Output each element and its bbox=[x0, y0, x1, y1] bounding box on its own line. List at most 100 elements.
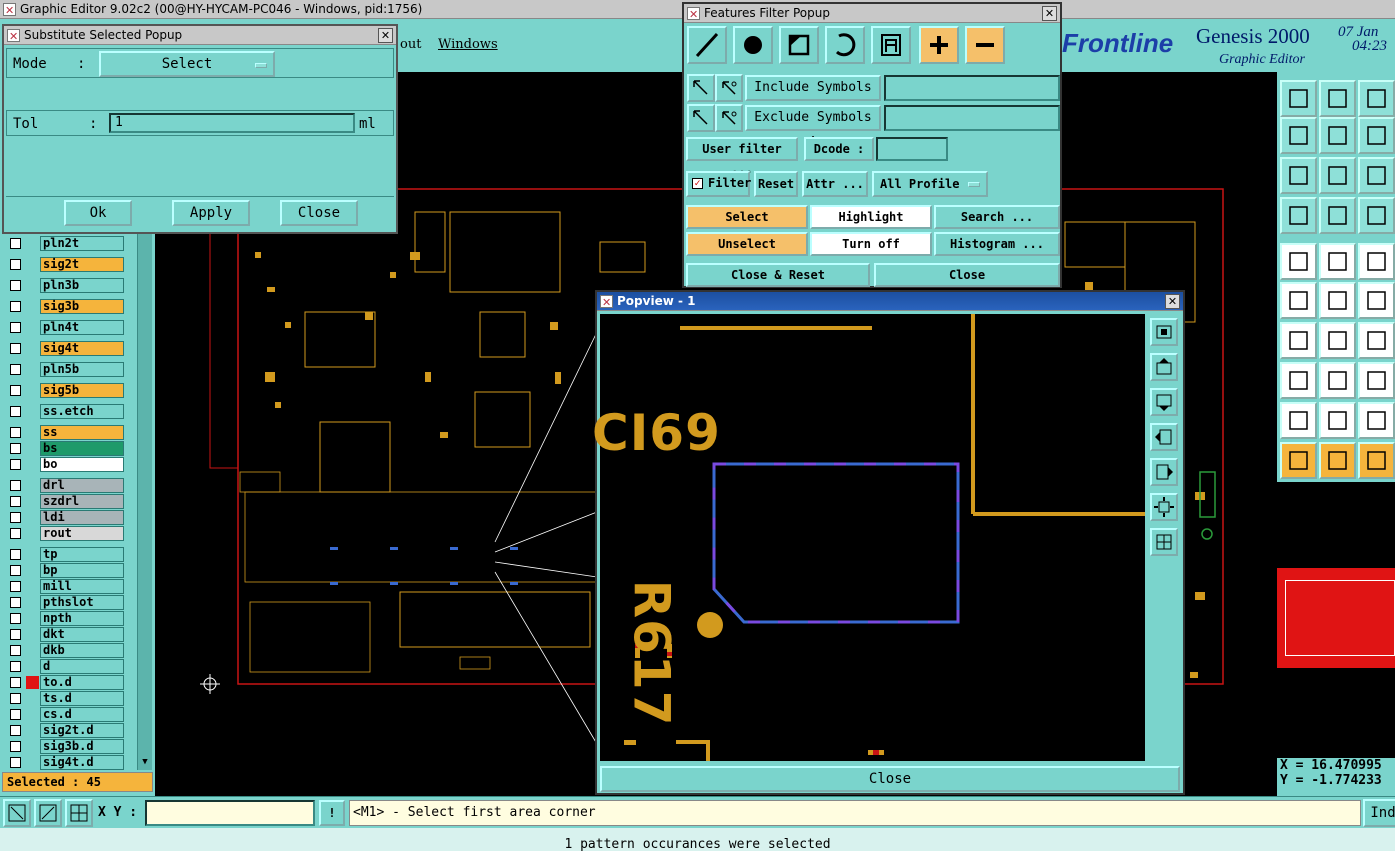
layer-name[interactable]: to.d bbox=[40, 675, 124, 690]
grid-toggle-icon[interactable] bbox=[1319, 197, 1356, 234]
menu-layout[interactable]: out bbox=[400, 37, 421, 52]
layer-row[interactable]: tp bbox=[8, 547, 124, 562]
layer-row[interactable]: pln3b bbox=[8, 278, 124, 293]
include-pick-icon[interactable] bbox=[687, 74, 715, 102]
layer-row[interactable]: sig3b bbox=[8, 299, 124, 314]
layer-checkbox[interactable] bbox=[10, 259, 21, 270]
layer-checkbox[interactable] bbox=[10, 301, 21, 312]
layer-checkbox[interactable] bbox=[10, 459, 21, 470]
layer-row[interactable]: pln5b bbox=[8, 362, 124, 377]
layer-name[interactable]: drl bbox=[40, 478, 124, 493]
apply-button[interactable]: Apply bbox=[172, 200, 250, 226]
layer-checkbox[interactable] bbox=[10, 565, 21, 576]
layer-name[interactable]: dkb bbox=[40, 643, 124, 658]
mode-select[interactable]: Select bbox=[99, 51, 275, 77]
layer-checkbox[interactable] bbox=[10, 549, 21, 560]
fit-profile-icon[interactable] bbox=[1319, 157, 1356, 194]
layer-name[interactable]: cs.d bbox=[40, 707, 124, 722]
popview-pan-right-icon[interactable] bbox=[1150, 458, 1178, 486]
layer-name[interactable]: sig4t bbox=[40, 341, 124, 356]
surface-feature-button[interactable] bbox=[779, 26, 819, 64]
connect-nodes-icon[interactable] bbox=[1280, 282, 1317, 319]
layer-checkbox[interactable] bbox=[10, 496, 21, 507]
include-symbols-button[interactable]: Include Symbols : bbox=[745, 75, 881, 117]
menu-windows[interactable]: Windows bbox=[438, 37, 498, 52]
user-filter-button[interactable]: User filter ... bbox=[686, 137, 798, 176]
layer-row[interactable]: ss.etch bbox=[8, 404, 124, 419]
unselect-button[interactable]: Unselect bbox=[686, 232, 808, 256]
popview-close-button[interactable]: Close bbox=[600, 766, 1180, 792]
exclude-symbols-input[interactable] bbox=[884, 105, 1060, 131]
layer-checkbox[interactable] bbox=[10, 343, 21, 354]
layer-checkbox[interactable] bbox=[10, 322, 21, 333]
layer-checkbox[interactable] bbox=[10, 709, 21, 720]
features-close-x[interactable]: ✕ bbox=[1042, 6, 1057, 21]
layer-name[interactable]: ldi bbox=[40, 510, 124, 525]
layer-checkbox[interactable] bbox=[10, 661, 21, 672]
scale-1-2-icon[interactable] bbox=[1358, 157, 1395, 194]
substitute-close-x[interactable]: ✕ bbox=[378, 28, 393, 43]
popview-pan-left-icon[interactable] bbox=[1150, 423, 1178, 451]
include-symbols-input[interactable] bbox=[884, 75, 1060, 101]
layer-row[interactable]: to.d bbox=[8, 675, 124, 690]
filter-toggle[interactable]: ✓ Filter bbox=[686, 171, 751, 197]
dcode-input[interactable] bbox=[876, 137, 948, 161]
overview-panel[interactable] bbox=[1277, 482, 1395, 758]
xy-input[interactable] bbox=[145, 800, 315, 826]
layer-name[interactable]: pln4t bbox=[40, 320, 124, 335]
layer-checkbox[interactable] bbox=[10, 528, 21, 539]
draw-line-icon[interactable] bbox=[1319, 243, 1356, 280]
profile-select[interactable]: All Profile bbox=[872, 171, 988, 197]
layer-row[interactable]: sig5b bbox=[8, 383, 124, 398]
popview-close-x[interactable]: ✕ bbox=[1165, 294, 1180, 309]
layer-checkbox[interactable] bbox=[10, 238, 21, 249]
layer-checkbox[interactable] bbox=[10, 406, 21, 417]
layer-row[interactable]: drl bbox=[8, 478, 124, 493]
popview-zoom-fit-icon[interactable] bbox=[1150, 318, 1178, 346]
layer-name[interactable]: dkt bbox=[40, 627, 124, 642]
layer-checkbox[interactable] bbox=[10, 629, 21, 640]
negative-polarity-button[interactable] bbox=[965, 26, 1005, 64]
attr-button[interactable]: Attr ... bbox=[802, 171, 868, 197]
layer-row[interactable]: sig4t bbox=[8, 341, 124, 356]
minus-line-icon[interactable] bbox=[1319, 362, 1356, 399]
close-button[interactable]: Close bbox=[280, 200, 358, 226]
layer-row[interactable]: dkb bbox=[8, 643, 124, 658]
pointer-icon[interactable] bbox=[1280, 442, 1317, 479]
layer-name[interactable]: pln5b bbox=[40, 362, 124, 377]
layer-name[interactable]: sig3b.d bbox=[40, 739, 124, 754]
layer-row[interactable]: bo bbox=[8, 457, 124, 472]
select-features-icon[interactable] bbox=[1280, 243, 1317, 280]
pointer-select-icon[interactable] bbox=[1319, 442, 1356, 479]
filter-checkbox[interactable]: ✓ bbox=[692, 178, 703, 189]
width-icon[interactable] bbox=[1358, 362, 1395, 399]
layer-name[interactable]: pln2t bbox=[40, 236, 124, 251]
layer-checkbox[interactable] bbox=[10, 443, 21, 454]
layer-checkbox[interactable] bbox=[10, 693, 21, 704]
pad-feature-button[interactable] bbox=[733, 26, 773, 64]
layer-scrollbar[interactable]: ▼ bbox=[137, 230, 152, 770]
layer-name[interactable]: ss bbox=[40, 425, 124, 440]
home-icon[interactable] bbox=[1358, 80, 1395, 117]
measure-icon[interactable] bbox=[34, 799, 62, 827]
pan-left-icon[interactable] bbox=[1280, 117, 1317, 154]
alert-icon[interactable]: ! bbox=[319, 800, 345, 826]
popview-canvas[interactable]: CI69 R617 bbox=[592, 314, 1145, 761]
line-feature-button[interactable] bbox=[687, 26, 727, 64]
layer-checkbox[interactable] bbox=[10, 677, 21, 688]
exclude-pick-all-icon[interactable] bbox=[715, 104, 743, 132]
grid-icon[interactable] bbox=[65, 799, 93, 827]
triangle-arc-icon[interactable] bbox=[1358, 402, 1395, 439]
zoom-out-icon[interactable] bbox=[1319, 80, 1356, 117]
layer-row[interactable]: ts.d bbox=[8, 691, 124, 706]
pointer-edit-icon[interactable] bbox=[1358, 442, 1395, 479]
select-button[interactable]: Select bbox=[686, 205, 808, 229]
layer-checkbox[interactable] bbox=[10, 581, 21, 592]
layer-row[interactable]: pthslot bbox=[8, 595, 124, 610]
zoom-window-icon[interactable] bbox=[3, 799, 31, 827]
layer-name[interactable]: sig2t.d bbox=[40, 723, 124, 738]
ind-button[interactable]: Ind bbox=[1363, 799, 1395, 827]
layer-name[interactable]: pthslot bbox=[40, 595, 124, 610]
layer-name[interactable]: sig4t.d bbox=[40, 755, 124, 770]
snap-icon[interactable] bbox=[1280, 197, 1317, 234]
